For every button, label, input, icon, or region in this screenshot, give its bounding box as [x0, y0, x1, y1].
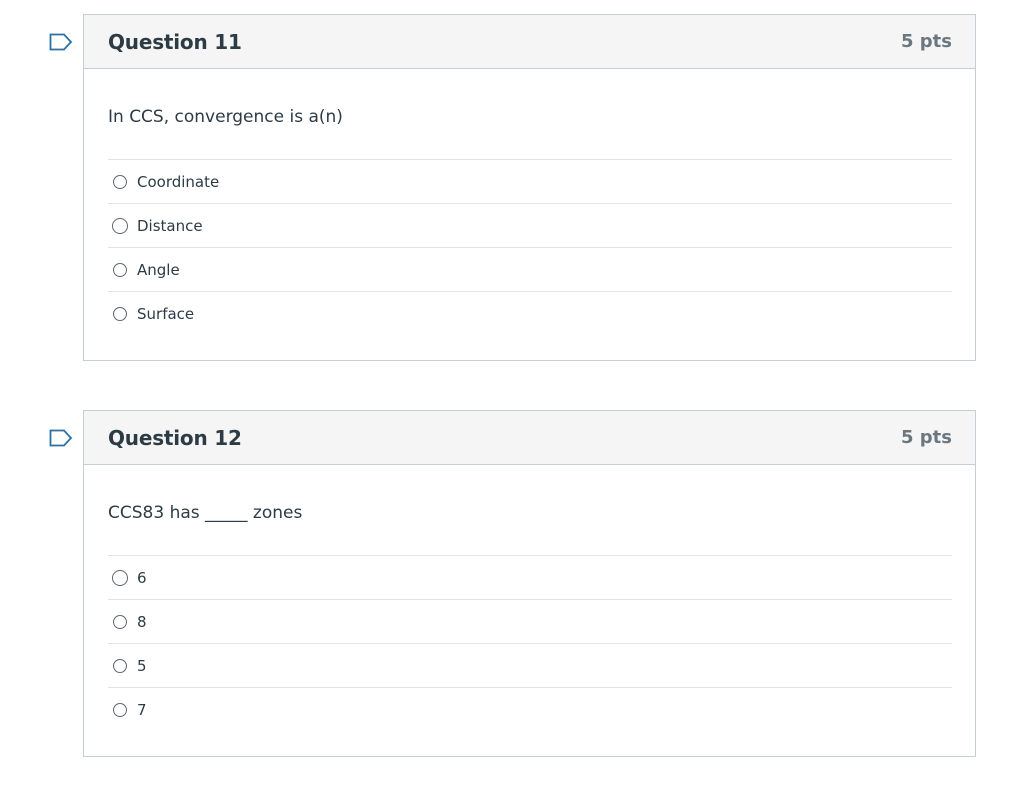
- answer-option[interactable]: Surface: [108, 292, 952, 336]
- answer-option[interactable]: 5: [108, 644, 952, 688]
- question-points: 5 pts: [901, 31, 952, 52]
- answer-option[interactable]: 8: [108, 600, 952, 644]
- answer-label: Angle: [137, 260, 180, 279]
- question-body: CCS83 has _____ zones 6 8 5 7: [84, 465, 975, 732]
- question-header: Question 12 5 pts: [84, 411, 975, 465]
- flag-question-icon[interactable]: [49, 429, 73, 447]
- answer-label: 5: [137, 656, 147, 675]
- answer-option[interactable]: 6: [108, 556, 952, 600]
- radio-button[interactable]: [113, 262, 127, 277]
- question-text: In CCS, convergence is a(n): [108, 107, 343, 127]
- question-title: Question 11: [108, 29, 242, 54]
- answer-label: Coordinate: [137, 172, 220, 191]
- answer-label: 8: [137, 612, 147, 631]
- answer-option[interactable]: Distance: [108, 204, 952, 248]
- answer-label: 7: [137, 701, 147, 719]
- radio-button[interactable]: [113, 703, 127, 717]
- question-title: Question 12: [108, 425, 242, 450]
- answer-label: 6: [137, 568, 147, 587]
- question-text: CCS83 has _____ zones: [108, 503, 303, 523]
- radio-button[interactable]: [113, 614, 127, 629]
- radio-button[interactable]: [113, 307, 127, 321]
- question-body: In CCS, convergence is a(n) Coordinate D…: [84, 69, 975, 336]
- answer-label: Distance: [137, 216, 203, 235]
- radio-button[interactable]: [113, 174, 127, 189]
- radio-button[interactable]: [112, 217, 128, 234]
- answer-option[interactable]: Angle: [108, 248, 952, 292]
- flag-question-icon[interactable]: [49, 33, 73, 51]
- question-12-card: Question 12 5 pts CCS83 has _____ zones …: [49, 410, 976, 757]
- question-11-card: Question 11 5 pts In CCS, convergence is…: [49, 14, 976, 361]
- radio-button[interactable]: [113, 658, 127, 673]
- answer-option[interactable]: Coordinate: [108, 160, 952, 204]
- answer-list: 6 8 5 7: [108, 555, 952, 732]
- question-points: 5 pts: [901, 427, 952, 448]
- answer-option[interactable]: 7: [108, 688, 952, 732]
- answer-label: Surface: [137, 305, 195, 323]
- question-header: Question 11 5 pts: [84, 15, 975, 69]
- radio-button[interactable]: [112, 569, 128, 586]
- answer-list: Coordinate Distance Angle Surface: [108, 159, 952, 336]
